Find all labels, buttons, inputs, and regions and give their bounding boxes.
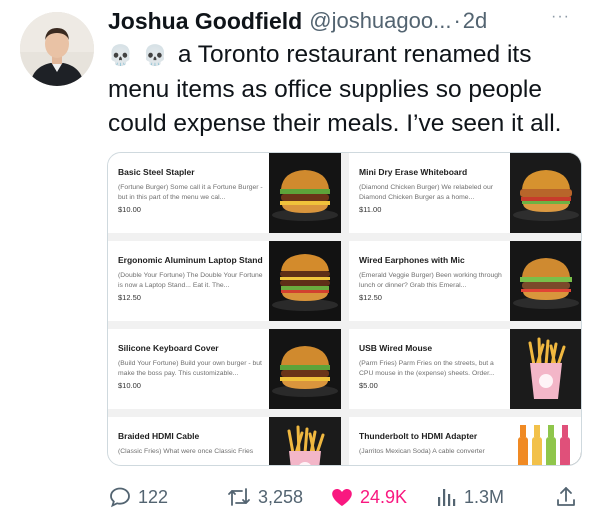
menu-item-description: (Fortune Burger) Some call it a Fortune …	[118, 184, 263, 201]
like-count: 24.9K	[360, 486, 408, 507]
menu-item-price: $10.00	[118, 205, 141, 214]
skull-emoji-icon: 💀	[142, 45, 168, 67]
menu-item-photo	[269, 241, 341, 321]
menu-item-title: USB Wired Mouse	[359, 343, 433, 353]
menu-item-photo	[510, 241, 581, 321]
tweet-header: Joshua Goodfield @joshuagoo... · 2d	[108, 6, 588, 36]
menu-item-title: Wired Earphones with Mic	[359, 255, 465, 265]
menu-item-card: Silicone Keyboard Cover (Build Your Fortu…	[108, 329, 341, 409]
menu-item-card: Thunderbolt to HDMI Adapter (Jarritos Mex…	[349, 417, 581, 465]
menu-item-title: Ergonomic Aluminum Laptop Stand	[118, 255, 263, 265]
display-name[interactable]: Joshua Goodfield	[108, 8, 302, 35]
menu-item-photo	[510, 417, 581, 465]
menu-item-card: USB Wired Mouse (Parm Fries) Parm Fries o…	[349, 329, 581, 409]
reply-count: 122	[138, 486, 169, 507]
menu-item-price: $10.00	[118, 381, 141, 390]
timestamp[interactable]: 2d	[463, 8, 487, 34]
menu-item-price: $12.50	[118, 293, 141, 302]
menu-item-card: Ergonomic Aluminum Laptop Stand (Double Y…	[108, 241, 341, 321]
views-chart-icon	[438, 489, 456, 506]
tweet-body: a Toronto restaurant renamed its menu it…	[108, 41, 562, 137]
reply-icon	[110, 487, 130, 508]
menu-item-photo	[269, 153, 341, 233]
views-count: 1.3M	[464, 486, 505, 507]
more-options-icon[interactable]: ···	[551, 8, 570, 26]
tweet-text: 💀 💀 a Toronto restaurant renamed its menu …	[108, 38, 593, 141]
menu-item-price: $12.50	[359, 293, 382, 302]
menu-item-title: Mini Dry Erase Whiteboard	[359, 167, 468, 177]
menu-item-description: (Diamond Chicken Burger) We relabeled ou…	[359, 184, 493, 201]
menu-item-photo	[510, 153, 581, 233]
reply-button[interactable]: 122	[108, 484, 168, 510]
skull-emoji-icon: 💀	[108, 45, 133, 67]
menu-item-description: (Jarritos Mexican Soda) A cable converte…	[359, 448, 485, 455]
menu-item-card: Basic Steel Stapler (Fortune Burger) Some…	[108, 153, 341, 233]
menu-item-description: (Build Your Fortune) Build your own burg…	[118, 360, 262, 377]
retweet-count: 3,258	[258, 486, 304, 507]
menu-item-description: (Double Your Fortune) The Double Your Fo…	[118, 272, 263, 289]
menu-item-title: Braided HDMI Cable	[118, 431, 200, 441]
menu-item-title: Silicone Keyboard Cover	[118, 343, 219, 353]
menu-item-description: (Classic Fries) What were once Classic F…	[118, 448, 254, 455]
menu-item-price: $5.00	[359, 381, 378, 390]
menu-item-card: Wired Earphones with Mic (Emerald Veggie …	[349, 241, 581, 321]
tweet-actions: 122 3,258 24.9K 1.3M	[108, 484, 593, 510]
views-button[interactable]: 1.3M	[436, 484, 504, 510]
menu-item-description: (Emerald Veggie Burger) Been working thr…	[359, 272, 502, 289]
heart-icon	[332, 489, 352, 506]
menu-item-title: Basic Steel Stapler	[118, 167, 195, 177]
tweet-media-image[interactable]: Basic Steel Stapler (Fortune Burger) Some…	[107, 152, 582, 466]
menu-item-photo	[269, 329, 341, 409]
share-icon	[557, 487, 575, 506]
avatar[interactable]	[20, 12, 94, 86]
share-button[interactable]	[554, 484, 578, 510]
menu-item-photo	[269, 417, 341, 465]
retweet-icon	[228, 488, 250, 506]
menu-item-description: (Parm Fries) Parm Fries on the streets, …	[359, 360, 495, 377]
menu-item-card: Mini Dry Erase Whiteboard (Diamond Chicke…	[349, 153, 581, 233]
menu-item-price: $11.00	[359, 205, 382, 214]
menu-item-card: Braided HDMI Cable (Classic Fries) What w…	[108, 417, 341, 465]
user-handle[interactable]: @joshuagoo...	[309, 8, 451, 34]
retweet-button[interactable]: 3,258	[226, 484, 303, 510]
menu-item-title: Thunderbolt to HDMI Adapter	[359, 431, 478, 441]
like-button[interactable]: 24.9K	[330, 484, 407, 510]
menu-item-photo	[510, 329, 581, 409]
separator-dot: ·	[453, 8, 461, 33]
